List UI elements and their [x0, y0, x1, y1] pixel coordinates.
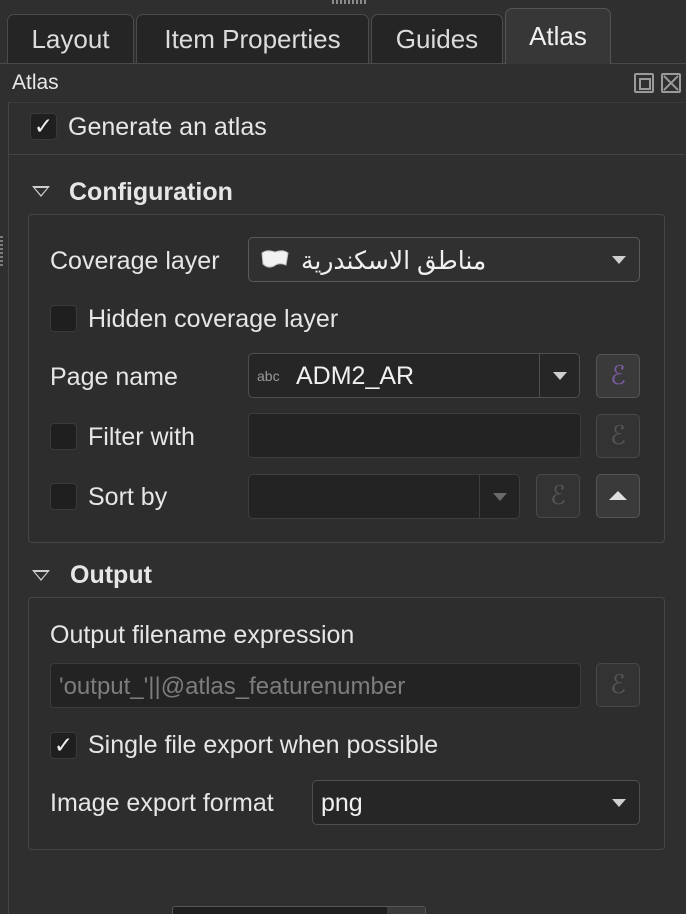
page-name-dropdown-button[interactable]	[539, 354, 579, 397]
arrow-up-icon	[609, 491, 627, 500]
float-panel-icon[interactable]	[634, 73, 654, 93]
polygon-layer-icon	[261, 250, 289, 268]
tab-label: Guides	[395, 23, 479, 54]
expression-icon: ℰ	[610, 421, 626, 451]
sort-ascending-button[interactable]	[596, 474, 640, 518]
filter-expression-input[interactable]	[248, 413, 581, 458]
filter-with-checkbox[interactable]	[50, 423, 77, 450]
side-resize-grip[interactable]	[0, 236, 3, 266]
tab-atlas[interactable]: Atlas	[505, 8, 611, 64]
sort-expression-button[interactable]: ℰ	[536, 474, 580, 518]
single-file-export-checkbox[interactable]: ✓	[50, 732, 77, 759]
string-field-type-icon: abc	[257, 368, 280, 384]
coverage-layer-label: Coverage layer	[50, 247, 220, 275]
output-filename-expression-button[interactable]: ℰ	[596, 663, 640, 707]
page-name-expression-button[interactable]: ℰ	[596, 354, 640, 398]
chevron-down-icon	[612, 256, 626, 264]
generate-atlas-label: Generate an atlas	[68, 113, 267, 141]
collapse-output-icon[interactable]	[32, 570, 50, 581]
horizontal-scrollbar[interactable]	[172, 906, 426, 914]
tab-item-properties[interactable]: Item Properties	[136, 14, 369, 63]
hidden-coverage-label: Hidden coverage layer	[88, 305, 339, 333]
filter-with-label: Filter with	[88, 423, 195, 451]
hidden-coverage-checkbox[interactable]	[50, 305, 77, 332]
close-panel-icon[interactable]	[661, 73, 681, 93]
image-export-format-label: Image export format	[50, 789, 274, 817]
divider	[9, 154, 685, 155]
tab-layout[interactable]: Layout	[7, 14, 134, 63]
image-export-format-select[interactable]: png	[312, 780, 640, 825]
coverage-layer-value: مناطق الاسكندرية	[301, 247, 487, 275]
check-mark-icon: ✓	[33, 113, 54, 139]
collapse-configuration-icon[interactable]	[32, 186, 50, 197]
tab-bar: Layout Item Properties Guides Atlas	[0, 0, 686, 64]
sort-by-checkbox[interactable]	[50, 483, 77, 510]
page-name-field-select[interactable]: abc ADM2_AR	[248, 353, 580, 398]
image-export-format-value: png	[321, 789, 363, 817]
atlas-panel-window: Layout Item Properties Guides Atlas Atla…	[0, 0, 686, 914]
output-filename-label: Output filename expression	[50, 621, 355, 649]
tab-guides[interactable]: Guides	[371, 14, 503, 63]
chevron-down-icon	[553, 372, 567, 380]
coverage-layer-select[interactable]: مناطق الاسكندرية	[248, 237, 640, 282]
check-mark-icon: ✓	[53, 732, 74, 758]
generate-atlas-checkbox[interactable]: ✓	[30, 113, 57, 140]
chevron-down-icon	[493, 493, 507, 501]
sort-by-field-select[interactable]	[248, 474, 520, 519]
chevron-down-icon	[612, 799, 626, 807]
page-name-value: ADM2_AR	[296, 362, 415, 390]
single-file-export-label: Single file export when possible	[88, 731, 439, 759]
output-heading[interactable]: Output	[70, 561, 152, 590]
tab-label: Layout	[31, 23, 110, 54]
sort-by-dropdown-button[interactable]	[479, 475, 519, 518]
sort-by-label: Sort by	[88, 483, 168, 511]
filter-expression-button[interactable]: ℰ	[596, 414, 640, 458]
output-filename-value: 'output_'||@atlas_featurenumber	[59, 673, 406, 700]
tab-label: Item Properties	[164, 23, 341, 54]
tab-label: Atlas	[529, 21, 587, 51]
expression-icon: ℰ	[610, 361, 626, 391]
expression-icon: ℰ	[610, 670, 626, 700]
expression-icon: ℰ	[550, 481, 566, 511]
page-name-label: Page name	[50, 363, 178, 391]
panel-title: Atlas	[12, 71, 59, 94]
output-filename-input[interactable]: 'output_'||@atlas_featurenumber	[50, 663, 581, 708]
configuration-heading[interactable]: Configuration	[69, 178, 233, 207]
